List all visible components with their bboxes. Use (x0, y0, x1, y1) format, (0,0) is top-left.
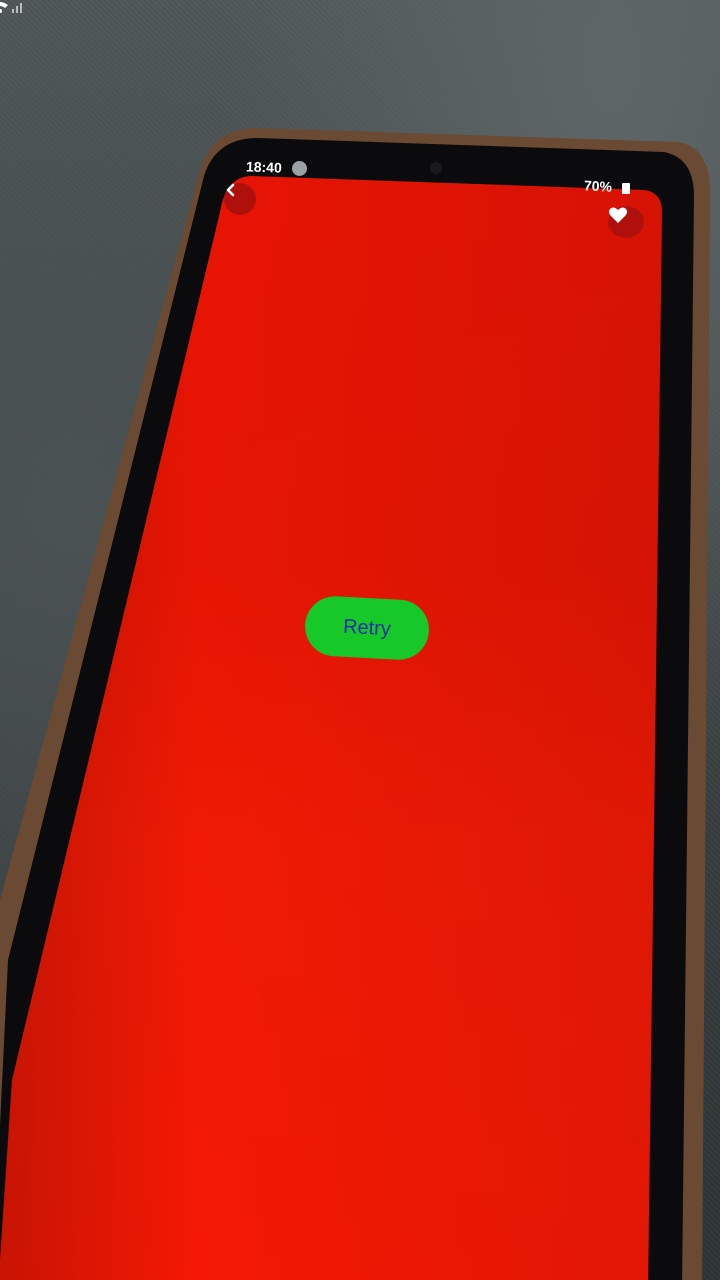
phone-device: 18:40 70% Retry (0, 0, 720, 1280)
back-button[interactable] (224, 183, 256, 215)
retry-button[interactable]: Retry (303, 594, 431, 662)
notification-badge-icon (292, 161, 307, 176)
chevron-left-icon (226, 183, 235, 197)
heart-icon (608, 207, 628, 223)
status-time: 18:40 (245, 158, 283, 176)
favorite-button[interactable] (608, 206, 644, 238)
battery-icon (622, 183, 630, 194)
battery-percentage: 70% (583, 177, 613, 195)
wifi-signal-icon (0, 2, 22, 13)
